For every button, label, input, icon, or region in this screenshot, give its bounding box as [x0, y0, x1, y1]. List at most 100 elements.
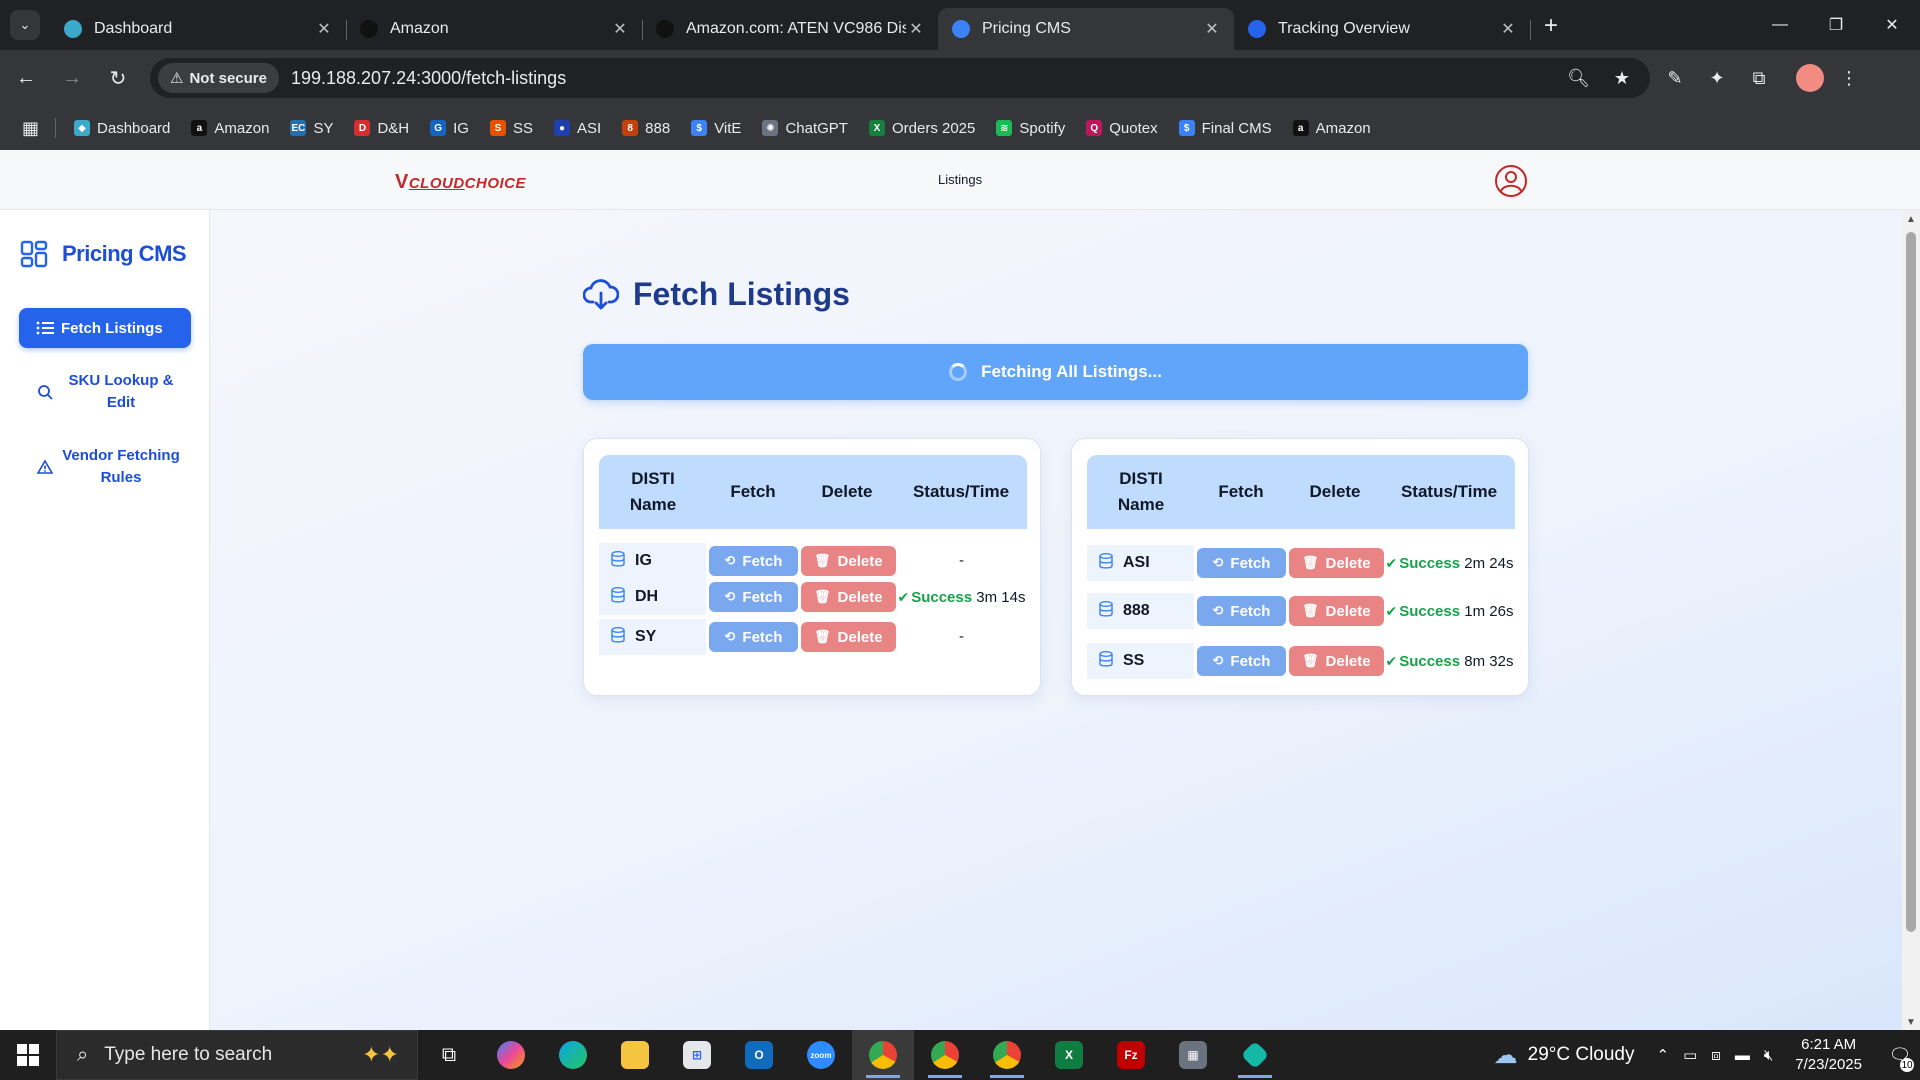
delete-button[interactable]: 🗑︎ Delete: [800, 622, 896, 652]
nav-link-listings[interactable]: Listings: [938, 172, 982, 187]
outlook-icon[interactable]: O: [728, 1030, 790, 1080]
sidebar-item-sku-lookup[interactable]: SKU Lookup & Edit: [19, 367, 191, 417]
taskbar-search-box[interactable]: ⌕ Type here to search ✦✦: [56, 1030, 418, 1080]
browser-tab[interactable]: Amazon.com: ATEN VC986 Disp ✕: [642, 8, 939, 50]
apps-grid-icon[interactable]: ▦: [22, 118, 39, 139]
sidebar-item-fetch-listings[interactable]: Fetch Listings: [19, 308, 191, 348]
sidebar-item-vendor-rules[interactable]: Vendor Fetching Rules: [19, 442, 191, 492]
bookmark-item[interactable]: Q Quotex: [1086, 120, 1158, 137]
delete-button[interactable]: 🗑︎ Delete: [1288, 548, 1384, 578]
bookmark-item[interactable]: a Amazon: [1292, 120, 1371, 137]
bookmark-item[interactable]: D D&H: [354, 120, 409, 137]
dashboard-grid-icon: [20, 240, 48, 268]
header-status-time: Status/Time: [1400, 482, 1498, 501]
reload-button[interactable]: ↻: [98, 58, 138, 98]
fetch-button[interactable]: ⟲ Fetch: [1197, 646, 1286, 676]
tab-search-button[interactable]: ⌄: [10, 10, 40, 40]
main-content: Fetch Listings Fetching All Listings... …: [210, 210, 1902, 1030]
scroll-up-arrow-icon[interactable]: ▲: [1906, 214, 1916, 225]
edge-browser-icon[interactable]: [542, 1030, 604, 1080]
network-icon[interactable]: ⧈: [1711, 1047, 1721, 1064]
zoom-app-icon[interactable]: zoom: [790, 1030, 852, 1080]
volume-muted-icon[interactable]: 🔇︎: [1764, 1047, 1773, 1064]
table-header: DISTI Name Fetch Delete Status/Time: [599, 455, 1027, 529]
microsoft-store-icon[interactable]: ⊞: [666, 1030, 728, 1080]
extension-tracking-icon[interactable]: ✦: [1700, 61, 1734, 95]
bookmark-item[interactable]: G IG: [430, 120, 469, 137]
notifications-button[interactable]: 🗨︎ 10: [1880, 1030, 1920, 1080]
fetch-button[interactable]: ⟲ Fetch: [1197, 596, 1286, 626]
close-window-button[interactable]: ✕: [1864, 0, 1920, 50]
forward-button[interactable]: →: [52, 58, 92, 98]
weather-widget[interactable]: ☁ 29°C Cloudy: [1494, 1041, 1635, 1070]
restore-button[interactable]: ❐: [1808, 0, 1864, 50]
bookmark-item[interactable]: $ VitE: [691, 120, 741, 137]
minimize-button[interactable]: —: [1752, 0, 1808, 50]
bookmark-favicon-icon: G: [430, 120, 447, 136]
fetch-button[interactable]: ⟲ Fetch: [709, 622, 798, 652]
fetch-button[interactable]: ⟲ Fetch: [709, 582, 798, 612]
tab-title: Pricing CMS: [982, 20, 1071, 37]
delete-button[interactable]: 🗑︎ Delete: [1288, 646, 1384, 676]
close-tab-icon[interactable]: ✕: [1202, 19, 1222, 39]
bookmark-item[interactable]: a Amazon: [191, 120, 269, 137]
windows-start-button[interactable]: [0, 1030, 56, 1080]
back-button[interactable]: ←: [6, 58, 46, 98]
tracking-app-icon[interactable]: [1224, 1030, 1286, 1080]
bookmark-item[interactable]: S SS: [489, 119, 533, 137]
bookmark-item[interactable]: X Orders 2025: [868, 120, 975, 137]
browser-tab[interactable]: Amazon ✕: [346, 8, 643, 50]
chrome-profile-3-icon[interactable]: [976, 1030, 1038, 1080]
bookmark-item[interactable]: ✺ ChatGPT: [762, 120, 848, 137]
bookmark-item[interactable]: ≋ Spotify: [996, 120, 1065, 137]
excel-icon[interactable]: X: [1038, 1030, 1100, 1080]
chevron-up-icon[interactable]: ⌃: [1657, 1046, 1670, 1064]
bookmark-item[interactable]: 8 888: [622, 120, 670, 137]
bookmark-item[interactable]: ◆ Dashboard: [74, 120, 170, 137]
display-icon[interactable]: ▭: [1683, 1046, 1697, 1064]
address-bar[interactable]: ⚠ Not secure 199.188.207.24:3000/fetch-l…: [150, 58, 1650, 98]
bookmark-item[interactable]: EC SY: [290, 120, 333, 137]
bookmark-favicon-icon: $: [691, 120, 708, 136]
close-tab-icon[interactable]: ✕: [610, 19, 630, 39]
file-explorer-icon[interactable]: [604, 1030, 666, 1080]
fetch-button[interactable]: ⟲ Fetch: [709, 546, 798, 576]
zoom-icon[interactable]: 🔍︎: [1567, 68, 1590, 89]
battery-icon[interactable]: ▬: [1735, 1047, 1750, 1064]
profile-avatar[interactable]: [1796, 64, 1824, 92]
chrome-profile-1-icon[interactable]: [852, 1030, 914, 1080]
fetch-button[interactable]: ⟲ Fetch: [1197, 548, 1286, 578]
close-tab-icon[interactable]: ✕: [1498, 19, 1518, 39]
bookmark-label: SS: [512, 119, 533, 137]
security-chip[interactable]: ⚠ Not secure: [158, 63, 279, 93]
vcloudchoice-logo[interactable]: VCLOUDCHOICE: [395, 171, 526, 194]
page-scrollbar[interactable]: ▲ ▼: [1902, 210, 1920, 1030]
bookmark-item[interactable]: ● ASI: [553, 120, 601, 137]
delete-button[interactable]: 🗑︎ Delete: [800, 582, 896, 612]
filezilla-icon[interactable]: Fz: [1100, 1030, 1162, 1080]
task-view-icon[interactable]: ⧉: [418, 1030, 480, 1080]
delete-button[interactable]: 🗑︎ Delete: [1288, 596, 1384, 626]
fetch-all-button[interactable]: Fetching All Listings...: [583, 344, 1528, 400]
user-account-icon[interactable]: [1494, 164, 1528, 198]
copilot-app-icon[interactable]: [480, 1030, 542, 1080]
chrome-profile-2-icon[interactable]: [914, 1030, 976, 1080]
scrollbar-thumb[interactable]: [1906, 232, 1916, 932]
calculator-icon[interactable]: ▦: [1162, 1030, 1224, 1080]
bookmark-item[interactable]: $ Final CMS: [1178, 120, 1272, 137]
new-tab-button[interactable]: +: [1544, 12, 1558, 40]
close-tab-icon[interactable]: ✕: [906, 19, 926, 39]
browser-tab[interactable]: Dashboard ✕: [50, 8, 347, 50]
table-row: SY ⟲ Fetch 🗑︎ Delete -: [599, 617, 1027, 657]
browser-tab[interactable]: Pricing CMS ✕: [938, 8, 1234, 50]
scroll-down-arrow-icon[interactable]: ▼: [1906, 1017, 1916, 1028]
bookmark-star-icon[interactable]: ★: [1614, 68, 1630, 89]
close-tab-icon[interactable]: ✕: [314, 19, 334, 39]
extension-feather-icon[interactable]: ✎: [1658, 61, 1692, 95]
url-text[interactable]: 199.188.207.24:3000/fetch-listings: [291, 68, 1555, 89]
browser-menu-icon[interactable]: ⋮: [1832, 61, 1866, 95]
taskbar-clock[interactable]: 6:21 AM 7/23/2025: [1795, 1035, 1862, 1075]
extensions-puzzle-icon[interactable]: ⧉: [1742, 61, 1776, 95]
browser-tab[interactable]: Tracking Overview ✕: [1234, 8, 1531, 50]
delete-button[interactable]: 🗑︎ Delete: [800, 546, 896, 576]
